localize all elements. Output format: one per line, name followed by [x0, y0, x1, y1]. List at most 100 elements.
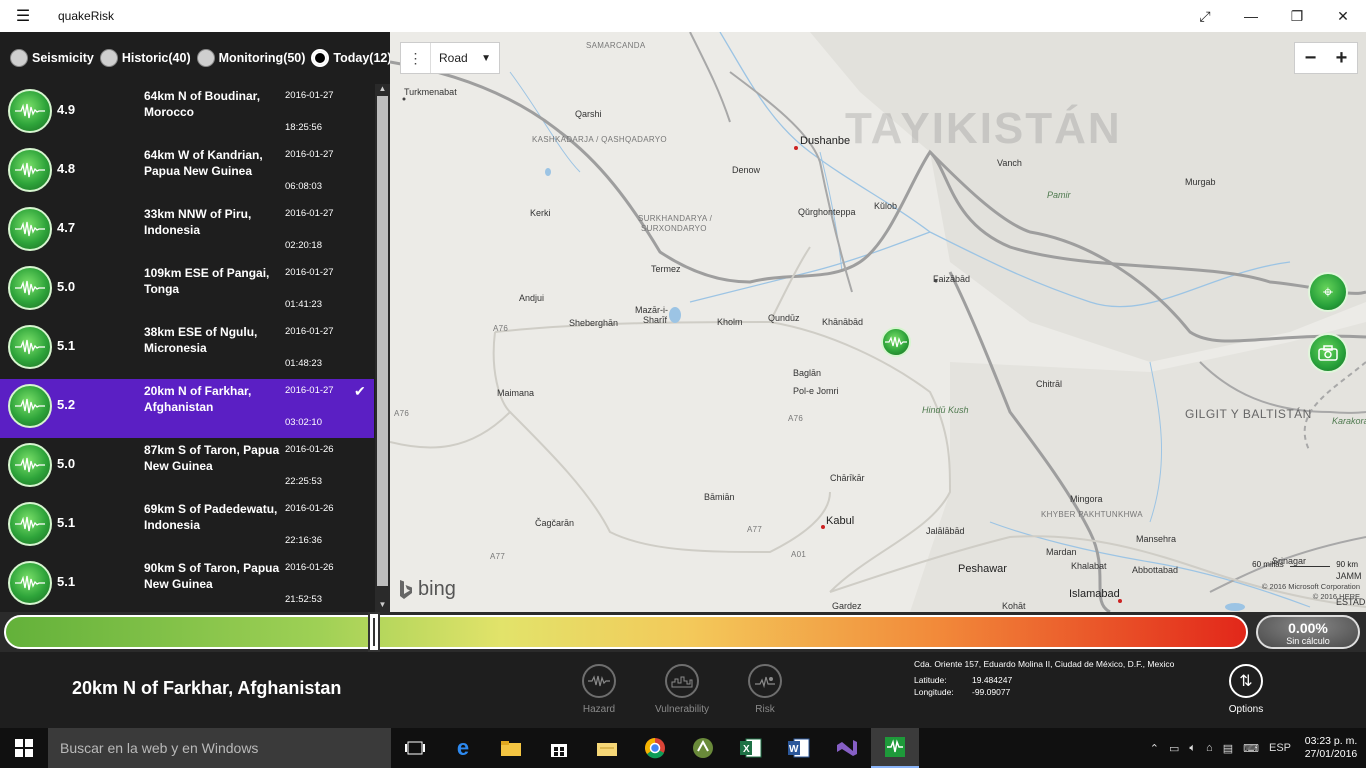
hazard-button[interactable]: Hazard	[569, 664, 629, 715]
quake-icon	[8, 89, 52, 133]
map-label: GILGIT Y BALTISTÁN	[1185, 407, 1312, 421]
filter-historic[interactable]: Historic(40)	[99, 49, 191, 67]
taskbar-search-input[interactable]: Buscar en la web y en Windows	[48, 728, 391, 768]
quake-marker-icon[interactable]	[881, 327, 911, 357]
quake-icon	[8, 148, 52, 192]
quake-magnitude: 5.1	[57, 574, 76, 589]
filter-seismicity[interactable]: Seismicity	[10, 49, 94, 67]
scroll-down-icon[interactable]: ▼	[375, 600, 390, 612]
map-label: Khānābād	[822, 317, 864, 327]
quake-list-item[interactable]: 5.0 109km ESE of Pangai, Tonga 2016-01-27 0…	[0, 261, 374, 320]
chevron-down-icon: ▼	[481, 52, 491, 64]
action-center-icon[interactable]: ▤	[1223, 742, 1233, 755]
task-view-icon[interactable]	[391, 728, 439, 768]
map-label: Karakoram	[1332, 416, 1366, 426]
scroll-thumb[interactable]	[377, 96, 388, 586]
risk-icon[interactable]	[748, 664, 782, 698]
map-label: Čagčarān	[535, 518, 575, 528]
android-studio-icon[interactable]	[679, 728, 727, 768]
visual-studio-icon[interactable]	[823, 728, 871, 768]
radio-selected-icon[interactable]	[311, 49, 330, 67]
language-indicator[interactable]: ESP	[1269, 742, 1291, 754]
quake-place: 20km N of Farkhar, Afghanistan	[144, 384, 252, 414]
quake-date: 2016-01-26	[285, 503, 334, 514]
copyright-microsoft: © 2016 Microsoft Corporation	[1261, 582, 1360, 591]
map-road-label: A76	[493, 324, 509, 333]
list-scrollbar[interactable]: ▲ ▼	[375, 84, 390, 612]
quake-list-item[interactable]: 5.1 69km S of Padedewatu, Indonesia 2016-0…	[0, 497, 374, 556]
radio-icon[interactable]	[196, 49, 215, 67]
minimize-button[interactable]: —	[1228, 0, 1274, 32]
chrome-icon[interactable]	[631, 728, 679, 768]
quake-list-item[interactable]: 5.0 87km S of Taron, Papua New Guinea 2016…	[0, 438, 374, 497]
radio-icon[interactable]	[10, 49, 28, 67]
sync-arrows-icon[interactable]: ⇅	[1229, 664, 1263, 698]
taskbar-clock[interactable]: 03:23 p. m. 27/01/2016	[1296, 735, 1366, 761]
risk-button[interactable]: Risk	[735, 664, 795, 715]
quake-magnitude: 5.0	[57, 456, 76, 471]
volume-icon[interactable]: 🔈︎	[1189, 742, 1196, 755]
quake-list-item[interactable]: 4.8 64km W of Kandrian, Papua New Guinea 2…	[0, 143, 374, 202]
vulnerability-icon[interactable]	[665, 664, 699, 698]
zoom-out-button[interactable]: −	[1295, 43, 1326, 73]
map-label: Sharīf	[643, 315, 668, 325]
chevron-up-icon[interactable]: ⌃	[1150, 742, 1159, 755]
map-style-selector[interactable]: ⋮ Road ▼	[400, 42, 500, 74]
battery-icon[interactable]: ▭	[1169, 742, 1179, 755]
quake-icon	[8, 207, 52, 251]
folder-app-icon[interactable]	[583, 728, 631, 768]
map-road-label: A76	[394, 409, 410, 418]
restore-button[interactable]: ❐	[1274, 0, 1320, 32]
quake-place: 33km NNW of Piru, Indonesia	[144, 207, 252, 237]
map-label: Baglān	[793, 368, 822, 378]
locate-me-icon[interactable]: ⌖	[1308, 272, 1348, 312]
edge-browser-icon[interactable]: e	[439, 728, 487, 768]
scroll-up-icon[interactable]: ▲	[375, 84, 390, 96]
svg-text:W: W	[789, 744, 799, 755]
options-button[interactable]: ⇅ Options	[1224, 664, 1268, 715]
traffic-light-icon[interactable]: ⋮	[401, 43, 431, 73]
hamburger-menu-icon[interactable]: ☰	[0, 6, 46, 26]
quake-list-item[interactable]: 4.7 33km NNW of Piru, Indonesia 2016-01-27…	[0, 202, 374, 261]
windows-start-icon[interactable]	[0, 728, 48, 768]
map-label: Qundūz	[768, 313, 800, 323]
latitude-label: Latitude:	[914, 675, 947, 685]
quake-list-item[interactable]: 5.1 38km ESE of Ngulu, Micronesia 2016-01-…	[0, 320, 374, 379]
store-icon[interactable]	[535, 728, 583, 768]
quake-date: 2016-01-27	[285, 208, 334, 219]
map-label: Peshawar	[958, 563, 1007, 575]
system-tray: ⌃ ▭ 🔈︎ ⌂ ▤ ⌨ ESP 03:23 p. m. 27/01/2016	[1145, 728, 1366, 768]
clock-date: 27/01/2016	[1304, 748, 1358, 760]
map-label: JAMM	[1336, 571, 1362, 581]
radio-icon[interactable]	[99, 49, 118, 67]
map-view[interactable]: TAYIKISTÁN SAMARCANDA Turkmenabat Qarshi…	[390, 32, 1366, 612]
risk-slider-handle[interactable]	[368, 612, 380, 652]
camera-icon[interactable]	[1308, 333, 1348, 373]
filter-monitoring[interactable]: Monitoring(50)	[196, 49, 305, 67]
keyboard-icon[interactable]: ⌨	[1243, 742, 1259, 755]
quake-place: 69km S of Padedewatu, Indonesia	[144, 502, 278, 532]
zoom-in-button[interactable]: +	[1326, 43, 1357, 73]
map-label: Andjui	[519, 293, 545, 303]
word-icon[interactable]: W	[775, 728, 823, 768]
hazard-icon[interactable]	[582, 664, 616, 698]
map-label: Pol-e Jomri	[793, 386, 839, 396]
quakerisk-app-icon[interactable]	[871, 728, 919, 768]
quake-list-item[interactable]: 5.1 90km S of Taron, Papua New Guinea 2016…	[0, 556, 374, 612]
filter-today[interactable]: Today(12)	[311, 49, 392, 67]
network-icon[interactable]: ⌂	[1206, 742, 1213, 754]
title-bar: ☰ quakeRisk ⤢ — ❐ ✕	[0, 0, 1366, 32]
current-location: Cda. Oriente 157, Eduardo Molina II, Ciu…	[914, 658, 1174, 698]
vulnerability-button[interactable]: Vulnerability	[652, 664, 712, 715]
map-label: Termez	[651, 264, 681, 274]
excel-icon[interactable]: X	[727, 728, 775, 768]
file-explorer-icon[interactable]	[487, 728, 535, 768]
map-label: Mardan	[1046, 547, 1077, 557]
quake-list-item[interactable]: 5.2 20km N of Farkhar, Afghanistan 2016-01…	[0, 379, 374, 438]
close-button[interactable]: ✕	[1320, 0, 1366, 32]
fullscreen-icon[interactable]: ⤢	[1182, 0, 1228, 32]
quake-list-item[interactable]: 4.9 64km N of Boudinar, Morocco 2016-01-27…	[0, 84, 374, 143]
map-label: Mansehra	[1136, 534, 1177, 544]
quake-place: 64km N of Boudinar, Morocco	[144, 89, 261, 119]
filter-radio-group: Seismicity Historic(40) Monitoring(50) T…	[0, 32, 392, 84]
